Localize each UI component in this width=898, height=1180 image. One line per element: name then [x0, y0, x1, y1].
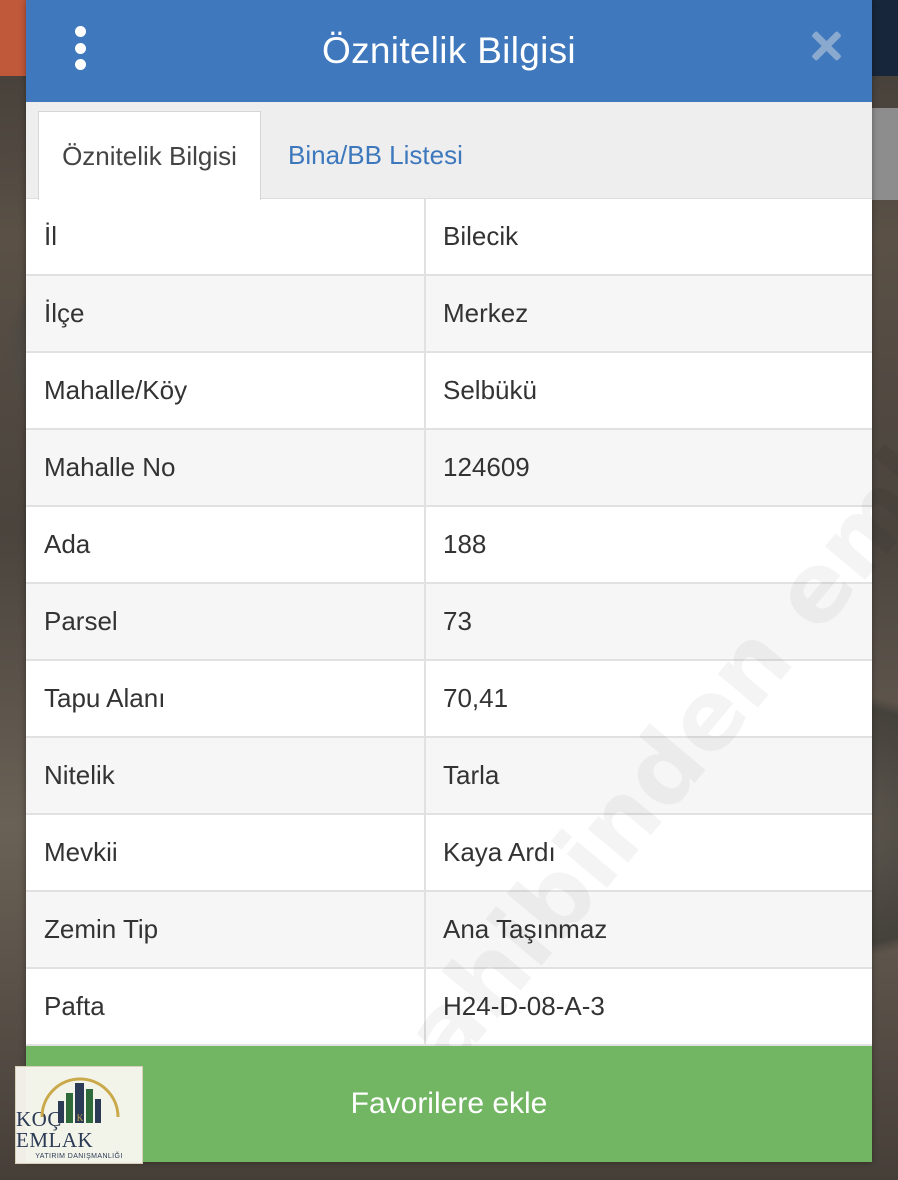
company-logo: K KOÇ EMLAK YATIRIM DANIŞMANLIĞI [15, 1066, 143, 1164]
building-logo-icon: K [40, 1077, 120, 1123]
row-value: Bilecik [443, 221, 519, 251]
table-row: İl Bilecik [26, 199, 872, 276]
row-label: Mevkii [26, 815, 426, 890]
row-value: 73 [443, 606, 472, 636]
attribute-table: İl Bilecik İlçe Merkez Mahalle/Köy Selbü… [26, 199, 872, 1046]
more-vertical-icon[interactable] [68, 26, 92, 70]
row-label: Nitelik [26, 738, 426, 813]
table-row: Mevkii Kaya Ardı [26, 815, 872, 892]
row-value: 70,41 [443, 683, 509, 713]
row-label: Ada [26, 507, 426, 582]
row-label: Parsel [26, 584, 426, 659]
table-row: Nitelik Tarla [26, 738, 872, 815]
row-value: H24-D-08-A-3 [443, 991, 605, 1021]
row-value: Selbükü [443, 375, 537, 405]
close-icon[interactable] [810, 30, 842, 62]
dialog-title: Öznitelik Bilgisi [322, 30, 576, 71]
attribute-info-dialog: Öznitelik Bilgisi Öznitelik Bilgisi Bina… [26, 0, 898, 1162]
table-row: İlçe Merkez [26, 276, 872, 353]
map-background-strip [872, 108, 898, 200]
table-row: Tapu Alanı 70,41 [26, 661, 872, 738]
table-row: Parsel 73 [26, 584, 872, 661]
map-background-strip [872, 0, 898, 76]
row-label: Mahalle/Köy [26, 353, 426, 428]
table-row: Pafta H24-D-08-A-3 [26, 969, 872, 1046]
tab-attribute-info[interactable]: Öznitelik Bilgisi [38, 111, 261, 200]
table-row: Mahalle No 124609 [26, 430, 872, 507]
dialog-header: Öznitelik Bilgisi [26, 0, 872, 102]
logo-subtitle: YATIRIM DANIŞMANLIĞI [35, 1153, 123, 1160]
table-row: Zemin Tip Ana Taşınmaz [26, 892, 872, 969]
row-label: İl [26, 199, 426, 274]
row-label: Tapu Alanı [26, 661, 426, 736]
tab-bar: Öznitelik Bilgisi Bina/BB Listesi [26, 102, 872, 200]
tab-building-list[interactable]: Bina/BB Listesi [288, 111, 463, 200]
row-label: Mahalle No [26, 430, 426, 505]
row-value: Merkez [443, 298, 529, 328]
row-label: İlçe [26, 276, 426, 351]
add-to-favorites-button[interactable]: Favorilere ekle [26, 1046, 872, 1162]
row-value: 124609 [443, 452, 530, 482]
table-row: Mahalle/Köy Selbükü [26, 353, 872, 430]
row-label: Pafta [26, 969, 426, 1044]
row-value: 188 [443, 529, 487, 559]
row-label: Zemin Tip [26, 892, 426, 967]
svg-text:K: K [77, 1113, 84, 1123]
map-background-strip [0, 0, 26, 76]
row-value: Ana Taşınmaz [443, 914, 608, 944]
table-row: Ada 188 [26, 507, 872, 584]
row-value: Tarla [443, 760, 500, 790]
row-value: Kaya Ardı [443, 837, 556, 867]
